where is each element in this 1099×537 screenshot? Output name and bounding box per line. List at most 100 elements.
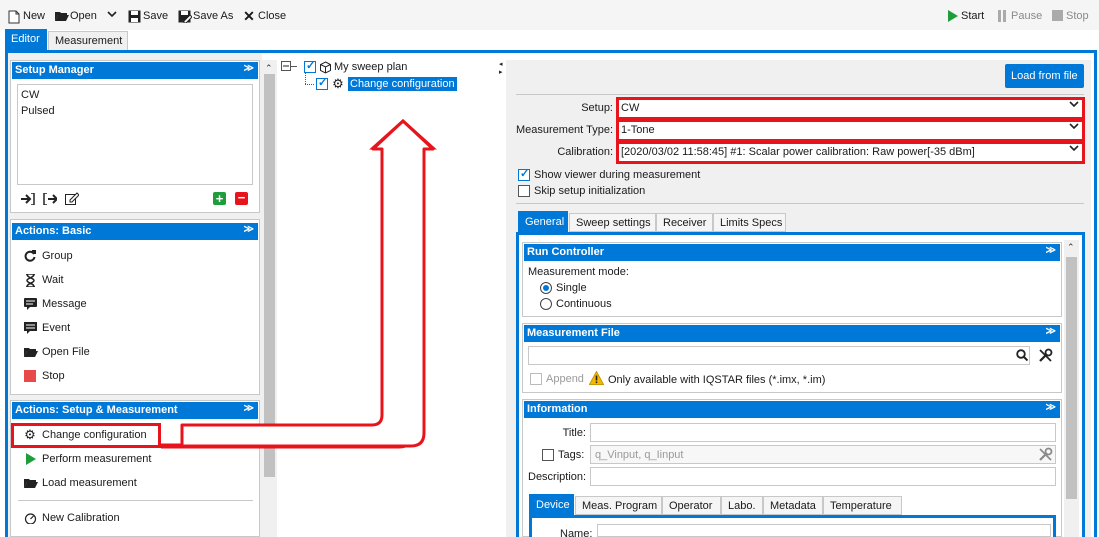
tree-root-checkbox[interactable] [304, 59, 316, 73]
divider [516, 94, 1084, 95]
tab-temperature[interactable]: Temperature [823, 496, 902, 515]
main-toolbar: New Open Save Save As ✕ Close Start Paus… [0, 0, 1099, 30]
collapse-tree-icon[interactable] [280, 61, 292, 73]
title-label: Title: [562, 427, 586, 439]
tags-check[interactable] [542, 449, 554, 461]
export-icon[interactable] [43, 191, 59, 208]
tree-child[interactable]: ⚙ Change configuration [316, 76, 457, 91]
setup-item-pulsed[interactable]: Pulsed [21, 105, 55, 117]
action-load-measurement-label: Load measurement [42, 477, 137, 489]
action-group[interactable]: Group [24, 250, 73, 262]
action-perform-measurement-label: Perform measurement [42, 453, 152, 465]
collapse-icon[interactable]: ≫ [1046, 402, 1056, 413]
collapse-icon[interactable]: ≫ [1046, 245, 1056, 256]
skip-init-check[interactable] [518, 185, 530, 197]
action-load-measurement[interactable]: Load measurement [24, 477, 137, 489]
stop-button[interactable]: Stop [1051, 8, 1089, 24]
action-wait[interactable]: Wait [24, 273, 64, 288]
tags-input[interactable]: q_Vinput, q_Iinput [590, 445, 1056, 464]
warning-icon [588, 370, 605, 388]
highlight-measurement-type [616, 119, 1085, 142]
skip-init-label: Skip setup initialization [534, 185, 646, 197]
new-button[interactable]: New [8, 8, 45, 24]
mode-single-radio[interactable]: Single [540, 282, 587, 294]
show-viewer-check[interactable] [518, 167, 530, 181]
single-label: Single [556, 282, 587, 294]
collapse-icon[interactable]: ≫ [1046, 326, 1056, 337]
continuous-radio[interactable] [540, 298, 552, 310]
divider [18, 500, 253, 501]
pause-button[interactable]: Pause [996, 8, 1042, 24]
tab-general[interactable]: General [518, 211, 568, 232]
tab-metadata[interactable]: Metadata [763, 496, 823, 515]
highlight-change-configuration [11, 423, 161, 448]
close-button[interactable]: ✕ Close [243, 8, 286, 24]
append-checkbox[interactable]: Append [530, 373, 584, 385]
iqstar-note-label: Only available with IQSTAR files (*.imx,… [608, 373, 826, 386]
scroll-up-icon[interactable]: ⌃ [265, 63, 273, 74]
cube-icon [319, 61, 331, 74]
tab-labo[interactable]: Labo. [721, 496, 763, 515]
single-radio[interactable] [540, 282, 552, 294]
setup-manager-header: Setup Manager ≫ [12, 62, 258, 79]
actions-basic-title: Actions: Basic [15, 225, 92, 237]
action-perform-measurement[interactable]: Perform measurement [24, 453, 151, 465]
action-open-file[interactable]: Open File [24, 346, 90, 358]
folder-open-icon [24, 477, 38, 489]
close-icon: ✕ [243, 8, 255, 24]
measurement-file-input[interactable] [528, 346, 1030, 365]
action-new-calibration[interactable]: New Calibration [24, 512, 120, 525]
edit-icon[interactable] [65, 192, 80, 208]
setup-label: Setup: [581, 102, 613, 114]
tab-editor[interactable]: Editor [5, 29, 47, 50]
tools-icon[interactable] [1038, 447, 1053, 465]
right-scrollbar[interactable]: ⌃ [1064, 240, 1079, 537]
action-stop[interactable]: Stop [24, 370, 65, 382]
tools-icon[interactable] [1038, 348, 1053, 366]
append-check[interactable] [530, 373, 542, 385]
description-input[interactable] [590, 467, 1056, 486]
import-icon[interactable] [21, 191, 35, 208]
open-button[interactable]: Open [55, 8, 118, 24]
scroll-up-icon[interactable]: ⌃ [1067, 242, 1075, 253]
save-as-button[interactable]: Save As [178, 8, 233, 24]
tab-receiver[interactable]: Receiver [656, 213, 713, 232]
collapse-icon[interactable]: ≫ [244, 63, 254, 74]
action-event[interactable]: Event [24, 322, 70, 334]
search-icon[interactable] [1016, 349, 1029, 364]
mode-continuous-radio[interactable]: Continuous [540, 298, 612, 310]
play-icon [24, 453, 36, 465]
message-icon [24, 298, 37, 310]
tree-root-label: My sweep plan [334, 61, 408, 73]
save-button[interactable]: Save [128, 8, 168, 24]
chevron-down-icon[interactable] [106, 10, 118, 22]
start-button[interactable]: Start [946, 8, 984, 24]
tab-device[interactable]: Device [529, 494, 574, 515]
calibration-label: Calibration: [557, 146, 613, 158]
setup-item-cw[interactable]: CW [21, 89, 39, 101]
divider [516, 203, 1084, 204]
splitter-arrows-icon[interactable]: ◂ ▸ [499, 61, 503, 77]
tab-measurement[interactable]: Measurement [48, 31, 128, 50]
tags-toggle[interactable]: Tags: [542, 449, 584, 461]
load-from-file-button[interactable]: Load from file [1005, 64, 1084, 88]
start-label: Start [961, 10, 985, 22]
append-label: Append [546, 373, 584, 385]
action-message[interactable]: Message [24, 298, 87, 310]
stop-icon [1051, 10, 1063, 22]
setup-actions [21, 191, 80, 208]
show-viewer-checkbox[interactable]: Show viewer during measurement [518, 167, 700, 181]
name-input[interactable] [597, 524, 1051, 537]
title-input[interactable] [590, 423, 1056, 442]
skip-init-checkbox[interactable]: Skip setup initialization [518, 185, 645, 197]
tab-meas-program[interactable]: Meas. Program [575, 496, 662, 515]
right-scroll-thumb[interactable] [1066, 257, 1077, 499]
save-as-icon [178, 10, 193, 24]
tree-child-checkbox[interactable] [316, 76, 328, 90]
red-arrow-shape [180, 119, 435, 448]
tab-operator[interactable]: Operator [662, 496, 721, 515]
tree-root[interactable]: My sweep plan [280, 59, 408, 74]
tab-limits-specs[interactable]: Limits Specs [713, 213, 786, 232]
tab-sweep-settings[interactable]: Sweep settings [569, 213, 656, 232]
folder-open-icon [55, 10, 69, 22]
